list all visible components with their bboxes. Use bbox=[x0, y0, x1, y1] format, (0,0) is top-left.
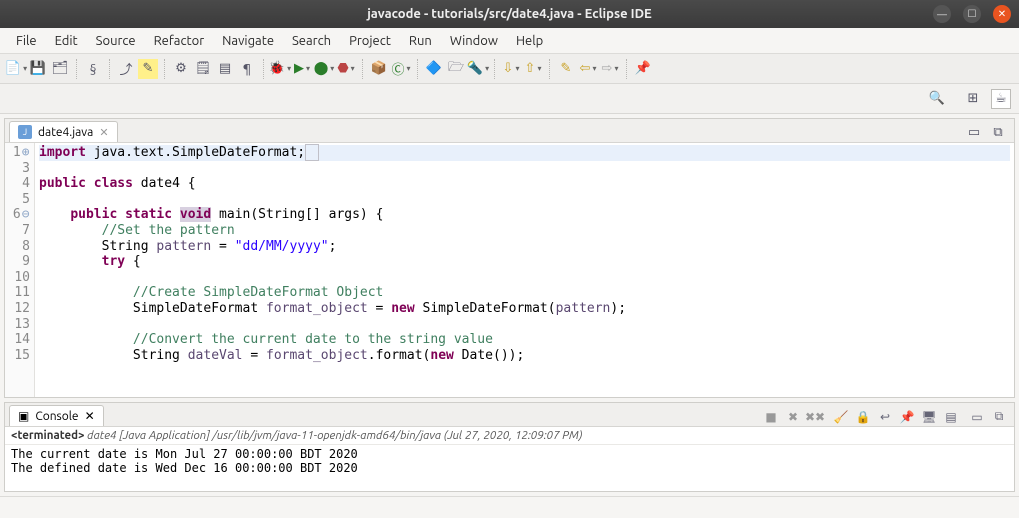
menu-file[interactable]: File bbox=[8, 31, 45, 51]
open-task-nav-button[interactable]: 🗁 bbox=[446, 59, 466, 79]
menu-source[interactable]: Source bbox=[88, 31, 144, 51]
save-all-button[interactable]: 🗂 bbox=[50, 59, 70, 79]
window-controls: — ☐ ✕ bbox=[933, 5, 1011, 23]
console-tab-label: Console bbox=[35, 410, 78, 423]
editor-minimize-button[interactable]: ▭ bbox=[964, 122, 984, 142]
save-button[interactable]: 💾 bbox=[28, 59, 48, 79]
menu-window[interactable]: Window bbox=[442, 31, 506, 51]
window-close-button[interactable]: ✕ bbox=[993, 5, 1011, 23]
editor-tab-close-icon[interactable]: ✕ bbox=[99, 126, 108, 139]
console-remove-launch-button[interactable]: ✖ bbox=[784, 408, 802, 426]
console-tabrow: ▣ Console ✕ ■ ✖ ✖✖ 🧹 🔒 ↩ 📌 🖥 ▤ ▭ ⧉ bbox=[5, 403, 1014, 427]
new-java-class-button[interactable]: Ⓒ bbox=[391, 59, 411, 79]
main-toolbar: 📄 💾 🗂 § ⤴ ✎ ⚙ 🗒 ▤ ¶ 🐞 ▶ ⬤ ⬣ 📦 Ⓒ 🔷 🗁 🔦 ⇩ … bbox=[0, 54, 1019, 84]
console-maximize-button[interactable]: ⧉ bbox=[990, 408, 1008, 426]
java-perspective-button[interactable]: ☕ bbox=[991, 89, 1011, 109]
debug-button[interactable]: 🐞 bbox=[270, 59, 290, 79]
editor-tabrow: J date4.java ✕ ▭ ⧉ bbox=[5, 119, 1014, 143]
console-scroll-lock-button[interactable]: 🔒 bbox=[854, 408, 872, 426]
console-process-label: <terminated> date4 [Java Application] /u… bbox=[5, 427, 1014, 445]
editor-body[interactable]: 1⊕ 3 4 5 6⊖ 7 8 9 10 11 12 13 14 15 impo… bbox=[5, 143, 1014, 397]
coverage-button[interactable]: ⬤ bbox=[314, 59, 334, 79]
open-type-button[interactable]: 🔷 bbox=[424, 59, 444, 79]
console-open-console-button[interactable]: ▤ bbox=[942, 408, 960, 426]
show-whitespace-button[interactable]: ¶ bbox=[237, 59, 257, 79]
console-clear-button[interactable]: 🧹 bbox=[832, 408, 850, 426]
search-dropdown-button[interactable]: 🔦 bbox=[468, 59, 488, 79]
editor-maximize-button[interactable]: ⧉ bbox=[988, 122, 1008, 142]
toolbar-separator bbox=[109, 59, 110, 79]
status-bar bbox=[0, 496, 1019, 518]
run-external-button[interactable]: ⬣ bbox=[336, 59, 356, 79]
next-annotation-button[interactable]: ⇩ bbox=[501, 59, 521, 79]
back-button[interactable]: ⇦ bbox=[578, 59, 598, 79]
console-tab[interactable]: ▣ Console ✕ bbox=[9, 405, 104, 426]
console-output[interactable]: The current date is Mon Jul 27 00:00:00 … bbox=[5, 445, 1014, 491]
open-perspective-button[interactable]: ⊞ bbox=[963, 89, 983, 109]
build-button[interactable]: ⚙ bbox=[171, 59, 191, 79]
console-toolbar: ■ ✖ ✖✖ 🧹 🔒 ↩ 📌 🖥 ▤ ▭ ⧉ bbox=[762, 408, 1014, 426]
code-area[interactable]: import java.text.SimpleDateFormat; publi… bbox=[35, 143, 1014, 397]
skip-breakpoints-button[interactable]: ⤴ bbox=[116, 59, 136, 79]
toolbar-separator bbox=[494, 59, 495, 79]
toolbar-separator bbox=[417, 59, 418, 79]
pin-editor-button[interactable]: 📌 bbox=[633, 59, 653, 79]
prev-annotation-button[interactable]: ⇧ bbox=[523, 59, 543, 79]
line-number-ruler[interactable]: 1⊕ 3 4 5 6⊖ 7 8 9 10 11 12 13 14 15 bbox=[5, 143, 35, 397]
console-minimize-button[interactable]: ▭ bbox=[968, 408, 986, 426]
console-terminate-button[interactable]: ■ bbox=[762, 408, 780, 426]
console-display-selected-button[interactable]: 🖥 bbox=[920, 408, 938, 426]
console-icon: ▣ bbox=[18, 409, 29, 423]
editor-area: J date4.java ✕ ▭ ⧉ 1⊕ 3 4 5 6⊖ 7 8 9 10 … bbox=[4, 118, 1015, 398]
toolbar-separator bbox=[362, 59, 363, 79]
window-titlebar: javacode - tutorials/src/date4.java - Ec… bbox=[0, 0, 1019, 28]
toolbar-separator bbox=[263, 59, 264, 79]
console-pin-button[interactable]: 📌 bbox=[898, 408, 916, 426]
window-title: javacode - tutorials/src/date4.java - Ec… bbox=[8, 7, 1011, 21]
toolbar-separator bbox=[549, 59, 550, 79]
menu-search[interactable]: Search bbox=[284, 31, 339, 51]
editor-tab-label: date4.java bbox=[38, 126, 93, 139]
console-word-wrap-button[interactable]: ↩ bbox=[876, 408, 894, 426]
new-button[interactable]: 📄 bbox=[6, 59, 26, 79]
java-file-icon: J bbox=[18, 125, 32, 139]
editor-tab-date4[interactable]: J date4.java ✕ bbox=[9, 121, 118, 142]
perspective-bar: 🔍 ⊞ ☕ bbox=[0, 84, 1019, 114]
console-area: ▣ Console ✕ ■ ✖ ✖✖ 🧹 🔒 ↩ 📌 🖥 ▤ ▭ ⧉ <t bbox=[4, 402, 1015, 492]
menu-project[interactable]: Project bbox=[341, 31, 399, 51]
workspace: J date4.java ✕ ▭ ⧉ 1⊕ 3 4 5 6⊖ 7 8 9 10 … bbox=[0, 114, 1019, 496]
toolbar-separator bbox=[76, 59, 77, 79]
window-minimize-button[interactable]: — bbox=[933, 5, 951, 23]
window-maximize-button[interactable]: ☐ bbox=[963, 5, 981, 23]
menu-help[interactable]: Help bbox=[508, 31, 551, 51]
menu-edit[interactable]: Edit bbox=[47, 31, 86, 51]
toggle-mark-button[interactable]: ✎ bbox=[138, 59, 158, 79]
console-remove-all-button[interactable]: ✖✖ bbox=[806, 408, 824, 426]
menu-navigate[interactable]: Navigate bbox=[214, 31, 282, 51]
run-button[interactable]: ▶ bbox=[292, 59, 312, 79]
forward-button[interactable]: ⇨ bbox=[600, 59, 620, 79]
quick-access-search-icon[interactable]: 🔍 bbox=[927, 89, 947, 109]
console-tab-close-icon[interactable]: ✕ bbox=[85, 409, 95, 423]
toggle-breadcrumb-button[interactable]: § bbox=[83, 59, 103, 79]
toolbar-separator bbox=[164, 59, 165, 79]
toggle-block-button[interactable]: ▤ bbox=[215, 59, 235, 79]
toolbar-separator bbox=[626, 59, 627, 79]
open-task-button[interactable]: 🗒 bbox=[193, 59, 213, 79]
menu-refactor[interactable]: Refactor bbox=[146, 31, 213, 51]
new-java-package-button[interactable]: 📦 bbox=[369, 59, 389, 79]
menu-run[interactable]: Run bbox=[401, 31, 440, 51]
last-edit-button[interactable]: ✎ bbox=[556, 59, 576, 79]
menu-bar: File Edit Source Refactor Navigate Searc… bbox=[0, 28, 1019, 54]
